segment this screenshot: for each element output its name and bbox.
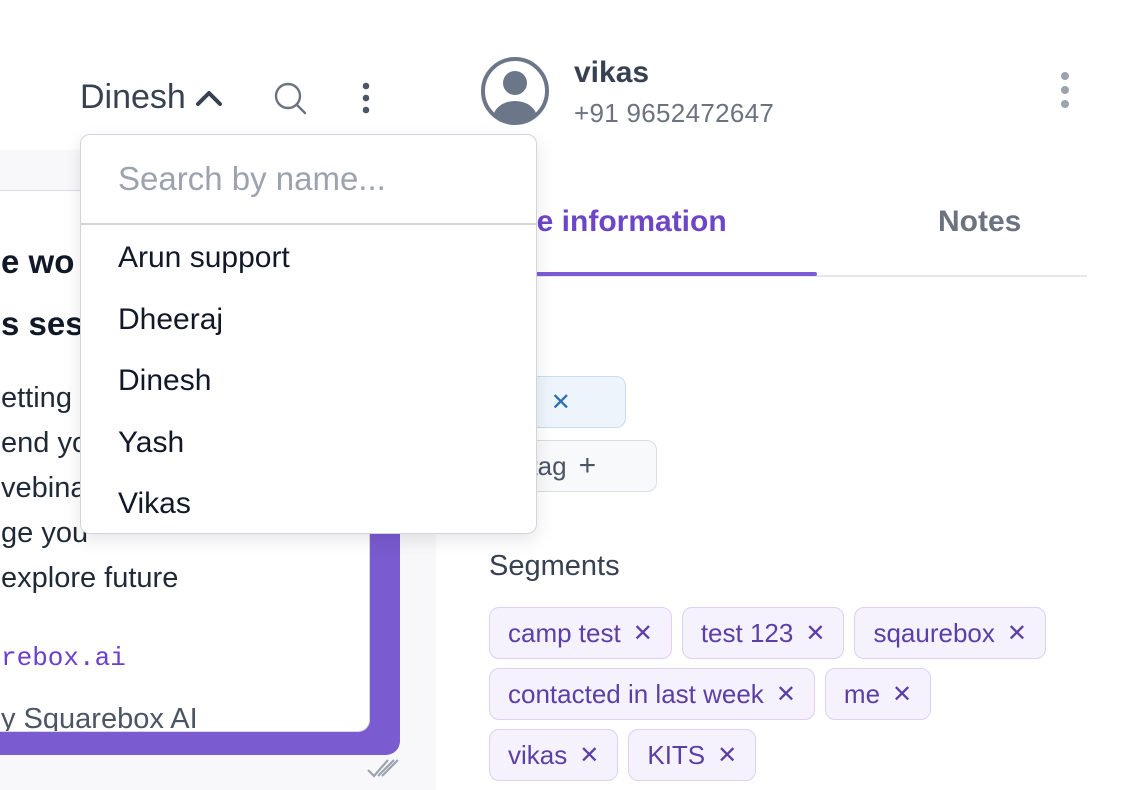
agent-list-item[interactable]: Dheeraj bbox=[81, 289, 536, 351]
segment-chip-label: test 123 bbox=[700, 617, 794, 648]
search-icon[interactable] bbox=[272, 80, 308, 116]
segment-chip: me ✕ bbox=[824, 668, 932, 720]
segment-chip: sqaurebox ✕ bbox=[854, 607, 1046, 659]
tab-notes[interactable]: Notes bbox=[938, 205, 1021, 239]
agent-list-item[interactable]: Dinesh bbox=[81, 350, 536, 412]
contact-name: vikas bbox=[574, 56, 650, 89]
segment-chip: KITS ✕ bbox=[628, 729, 757, 781]
close-icon[interactable]: ✕ bbox=[805, 619, 825, 648]
segment-chip-label: me bbox=[843, 678, 881, 709]
close-icon[interactable]: ✕ bbox=[1007, 619, 1027, 648]
message-footer: y Squarebox AI bbox=[1, 703, 198, 732]
close-icon[interactable]: ✕ bbox=[717, 741, 737, 770]
segment-chip: vikas ✕ bbox=[489, 729, 619, 781]
segment-chip-label: vikas bbox=[508, 739, 568, 770]
segment-chip-label: contacted in last week bbox=[508, 678, 764, 709]
user-avatar-icon bbox=[481, 57, 549, 125]
more-vertical-icon[interactable] bbox=[354, 80, 378, 116]
agent-dropdown: Arun support Dheeraj Dinesh Yash Vikas bbox=[80, 134, 537, 534]
double-check-icon bbox=[367, 759, 399, 778]
chevron-up-icon bbox=[195, 90, 222, 106]
message-title-line-2: s ses bbox=[1, 305, 84, 342]
agent-list: Arun support Dheeraj Dinesh Yash Vikas bbox=[81, 227, 536, 535]
agent-switcher[interactable]: Dinesh bbox=[80, 78, 224, 117]
search-by-name-input[interactable] bbox=[81, 135, 536, 225]
contact-phone: +91 9652472647 bbox=[574, 98, 775, 128]
close-icon[interactable]: ✕ bbox=[551, 388, 571, 417]
more-vertical-icon[interactable] bbox=[1053, 70, 1077, 110]
close-icon[interactable]: ✕ bbox=[776, 680, 796, 709]
segment-chip-label: sqaurebox bbox=[873, 617, 995, 648]
segment-chip: contacted in last week ✕ bbox=[489, 668, 815, 720]
segments-label: Segments bbox=[489, 550, 620, 582]
message-body-line: explore future bbox=[1, 562, 179, 594]
message-title-line-1: e wo bbox=[1, 243, 75, 280]
agent-list-item[interactable]: Arun support bbox=[81, 227, 536, 289]
close-icon[interactable]: ✕ bbox=[579, 741, 599, 770]
segment-chip: camp test ✕ bbox=[489, 607, 672, 659]
agent-list-item[interactable]: Vikas bbox=[81, 473, 536, 535]
segments-list: camp test ✕ test 123 ✕ sqaurebox ✕ conta… bbox=[489, 607, 1089, 790]
message-link[interactable]: rebox.ai bbox=[1, 643, 126, 673]
segment-chip: test 123 ✕ bbox=[681, 607, 845, 659]
segment-chip-label: camp test bbox=[508, 617, 621, 648]
close-icon[interactable]: ✕ bbox=[633, 619, 653, 648]
plus-icon: + bbox=[578, 449, 597, 482]
agent-name: Dinesh bbox=[80, 78, 186, 116]
close-icon[interactable]: ✕ bbox=[892, 680, 912, 709]
agent-list-item[interactable]: Yash bbox=[81, 412, 536, 474]
segment-chip-label: KITS bbox=[647, 739, 706, 770]
